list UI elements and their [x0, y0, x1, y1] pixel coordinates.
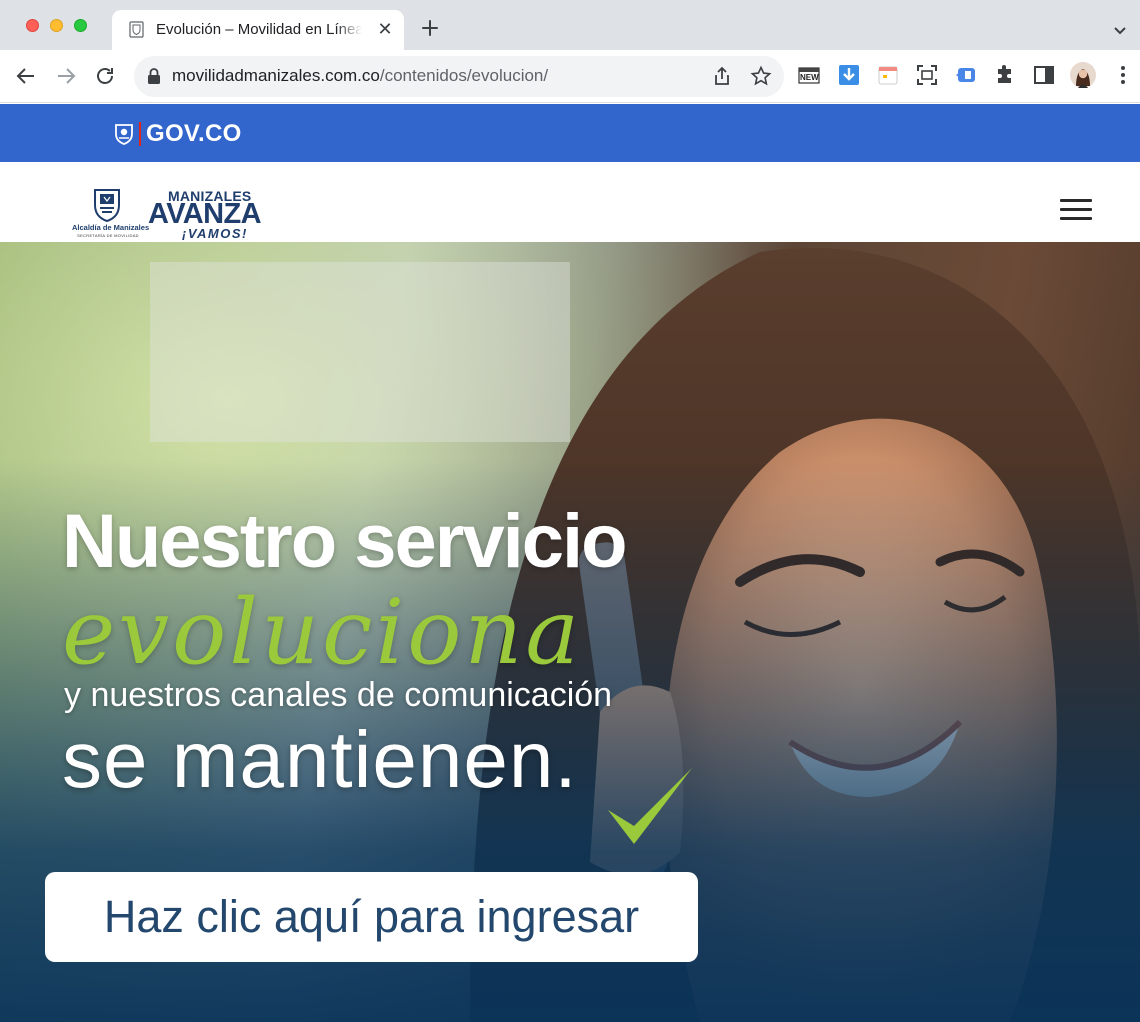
site-header: Alcaldía de Manizales SECRETARÍA DE MOVI…	[0, 162, 1140, 242]
browser-tab-strip: Evolución – Movilidad en Línea ✕	[0, 0, 1140, 50]
share-icon[interactable]	[711, 65, 733, 87]
new-badge-text: NEW	[800, 73, 819, 82]
gov-co-logo[interactable]: GOV.CO	[114, 120, 242, 148]
lock-icon[interactable]	[146, 67, 162, 85]
tab-title: Evolución – Movilidad en Línea	[156, 21, 362, 38]
forward-icon[interactable]	[54, 64, 78, 88]
calendar-extension-icon[interactable]	[877, 64, 899, 86]
chevron-down-icon[interactable]	[1110, 20, 1130, 40]
ingresar-button[interactable]: Haz clic aquí para ingresar	[45, 872, 698, 962]
news-extension-icon[interactable]: NEW	[798, 64, 820, 86]
gov-co-label: GOV.CO	[146, 120, 242, 147]
hero-tagline: se mantienen.	[62, 715, 578, 804]
window-zoom-button[interactable]	[74, 19, 87, 32]
hero-headline: Nuestro servicio	[62, 499, 628, 584]
alcaldia-logo[interactable]: Alcaldía de Manizales SECRETARÍA DE MOVI…	[72, 188, 150, 238]
menu-icon[interactable]	[1112, 64, 1134, 86]
manizales-shield-icon	[94, 189, 120, 223]
new-tab-icon[interactable]	[418, 16, 442, 40]
alcaldia-name: Alcaldía de Manizales	[72, 223, 150, 232]
extensions-icon[interactable]	[994, 64, 1016, 86]
download-extension-icon[interactable]	[838, 64, 860, 86]
checkmark-icon	[608, 768, 692, 844]
brand-sub-text: ¡VAMOS!	[182, 226, 248, 241]
browser-tab-active[interactable]: Evolución – Movilidad en Línea ✕	[112, 10, 404, 50]
star-icon[interactable]	[750, 65, 772, 87]
url-text[interactable]: movilidadmanizales.com.co/contenidos/evo…	[172, 66, 548, 86]
hero-banner: Nuestro servicio evoluciona y nuestros c…	[0, 242, 1140, 1022]
screenshot-extension-icon[interactable]	[916, 64, 938, 86]
sidepanel-icon[interactable]	[1033, 64, 1055, 86]
url-domain: movilidadmanizales.com.co	[172, 66, 380, 85]
shield-favicon-icon	[129, 21, 144, 38]
profile-avatar[interactable]	[1070, 62, 1096, 88]
url-path: /contenidos/evolucion/	[379, 66, 549, 85]
back-icon[interactable]	[14, 64, 38, 88]
reload-icon[interactable]	[93, 64, 117, 88]
manizales-avanza-logo[interactable]: MANIZALES AVANZA ¡VAMOS!	[148, 186, 268, 241]
window-close-button[interactable]	[26, 19, 39, 32]
gov-divider	[139, 122, 141, 146]
alcaldia-subtitle: SECRETARÍA DE MOVILIDAD	[77, 233, 139, 238]
address-bar[interactable]: movilidadmanizales.com.co/contenidos/evo…	[134, 56, 784, 97]
hamburger-icon[interactable]	[1060, 199, 1092, 221]
translate-extension-icon[interactable]	[955, 64, 977, 86]
gov-co-bar: GOV.CO	[0, 104, 1140, 162]
hero-subline: y nuestros canales de comunicación	[64, 676, 613, 714]
browser-toolbar: movilidadmanizales.com.co/contenidos/evo…	[0, 50, 1140, 103]
colombia-shield-icon	[115, 124, 133, 145]
tab-close-icon[interactable]: ✕	[374, 18, 396, 40]
hero-highlight: evoluciona	[62, 580, 583, 685]
window-minimize-button[interactable]	[50, 19, 63, 32]
